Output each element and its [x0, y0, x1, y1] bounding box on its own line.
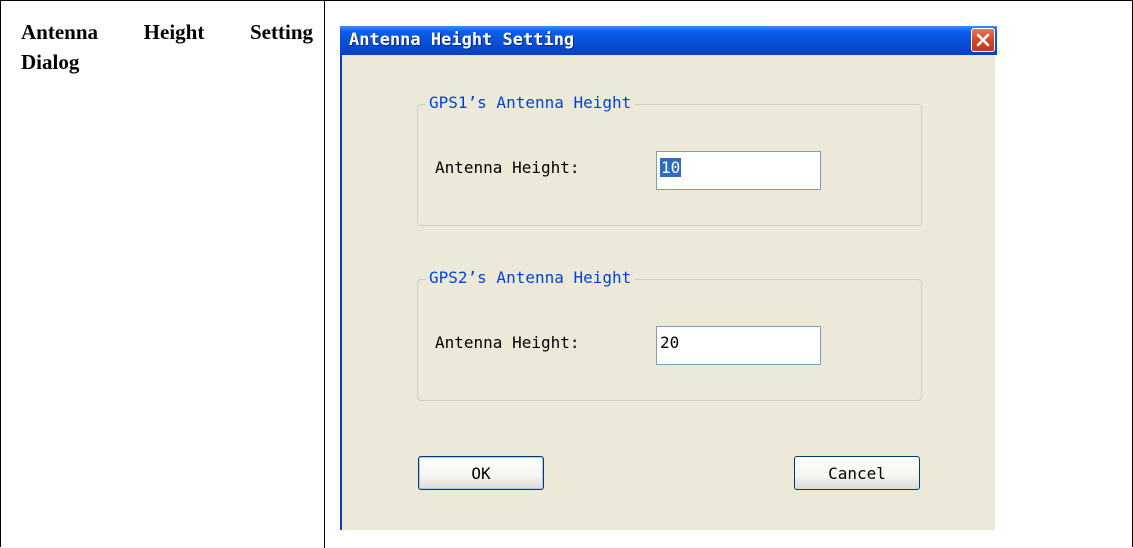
dialog-titlebar[interactable]: Antenna Height Setting	[340, 26, 997, 55]
gps1-group-title: GPS1’s Antenna Height	[426, 93, 636, 113]
caption-line-1: Antenna Height Setting	[21, 20, 313, 44]
antenna-height-dialog: Antenna Height Setting GPS1’s Antenna He…	[340, 26, 997, 530]
ok-button-label: OK	[471, 463, 491, 483]
dialog-title: Antenna Height Setting	[349, 30, 575, 50]
gps1-antenna-height-group: GPS1’s Antenna Height Antenna Height: 10	[417, 93, 922, 226]
caption-text: Antenna Height Setting Dialog	[21, 17, 313, 77]
gps2-antenna-height-input[interactable]: 20	[656, 326, 821, 365]
cancel-button-label: Cancel	[828, 463, 886, 483]
ok-button[interactable]: OK	[418, 456, 544, 490]
caption-line-2: Dialog	[21, 50, 80, 74]
gps2-antenna-height-value: 20	[660, 333, 680, 352]
cancel-button[interactable]: Cancel	[794, 456, 920, 490]
close-x-icon	[976, 33, 990, 47]
gps2-antenna-height-label: Antenna Height:	[435, 333, 580, 352]
gps1-antenna-height-input[interactable]: 10	[656, 151, 821, 190]
gps1-antenna-height-value: 10	[660, 158, 682, 177]
gps1-antenna-height-label: Antenna Height:	[435, 158, 580, 177]
caption-cell: Antenna Height Setting Dialog	[1, 1, 325, 548]
close-button[interactable]	[971, 28, 995, 52]
gps2-group-title: GPS2’s Antenna Height	[426, 268, 636, 288]
gps2-antenna-height-group: GPS2’s Antenna Height Antenna Height: 20	[417, 268, 922, 401]
